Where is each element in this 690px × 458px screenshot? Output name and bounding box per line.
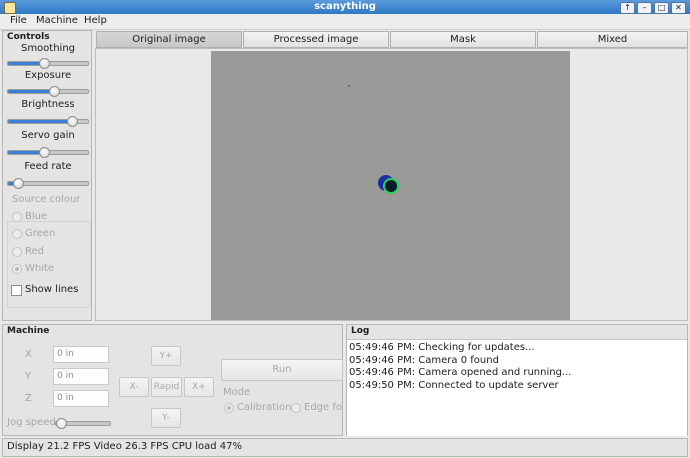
controls-panel: Controls Smoothing Exposure Brightness Serv… — [2, 30, 92, 321]
y-plus-button[interactable]: Y+ — [151, 346, 181, 366]
brightness-label: Brightness — [21, 99, 75, 110]
log-text-area[interactable]: 05:49:46 PM: Checking for updates... 05:4… — [347, 339, 687, 436]
exposure-slider-fill — [8, 90, 54, 93]
menu-file[interactable]: File — [10, 15, 27, 26]
status-bar: Display 21.2 FPS Video 26.3 FPS CPU load… — [2, 438, 688, 457]
source-red-label: Red — [25, 246, 44, 257]
mode-edge-follow-label: Edge follo — [304, 402, 342, 413]
x-label: X — [25, 349, 32, 360]
minimize-icon[interactable]: – — [637, 2, 652, 14]
jog-speed-handle[interactable] — [56, 418, 68, 429]
source-green-label: Green — [25, 228, 56, 239]
pin-icon[interactable]: ↑ — [620, 2, 635, 14]
log-line: 05:49:50 PM: Connected to update server — [349, 379, 559, 391]
exposure-label: Exposure — [24, 70, 72, 81]
mode-edge-follow-radio[interactable] — [291, 403, 301, 413]
image-view — [95, 48, 688, 321]
show-lines-label: Show lines — [25, 284, 79, 295]
y-label: Y — [25, 371, 32, 382]
show-lines-checkbox[interactable] — [11, 285, 22, 296]
tab-mixed[interactable]: Mixed — [537, 31, 688, 48]
y-input[interactable]: 0 in — [53, 368, 109, 385]
log-title: Log — [351, 326, 370, 336]
source-red-radio[interactable] — [12, 247, 22, 257]
menu-bar: File Machine Help — [0, 14, 690, 30]
log-line: 05:49:46 PM: Camera opened and running..… — [349, 367, 572, 378]
machine-panel: Machine X 0 in Y 0 in Z 0 in Y+ X- Rapid… — [2, 324, 343, 436]
log-line: 05:49:46 PM: Checking for updates... — [349, 342, 535, 353]
x-minus-button[interactable]: X- — [119, 377, 149, 397]
title-bar: scanything ↑ – □ ✕ — [0, 0, 690, 15]
jog-speed-slider[interactable] — [55, 418, 111, 429]
mode-calibration-label: Calibration — [237, 402, 292, 413]
log-line: 05:49:46 PM: Camera 0 found — [349, 354, 499, 366]
z-label: Z — [25, 393, 32, 404]
source-blue-label: Blue — [25, 211, 48, 222]
run-button[interactable]: Run — [221, 359, 343, 381]
source-blue-radio[interactable] — [12, 212, 22, 222]
smoothing-slider-handle[interactable] — [39, 58, 50, 69]
feed-rate-label: Feed rate — [24, 161, 72, 172]
jog-speed-label: Jog speed — [7, 417, 56, 428]
menu-help[interactable]: Help — [84, 15, 107, 26]
source-white-label: White — [25, 263, 55, 274]
menu-machine[interactable]: Machine — [36, 15, 78, 26]
machine-title: Machine — [7, 326, 50, 336]
feed-rate-slider[interactable] — [7, 178, 89, 189]
exposure-slider[interactable] — [7, 86, 89, 97]
status-text: Display 21.2 FPS Video 26.3 FPS CPU load… — [7, 441, 243, 452]
camera-feed-image — [211, 51, 570, 320]
brightness-slider-handle[interactable] — [67, 116, 78, 127]
brightness-slider[interactable] — [7, 116, 89, 127]
exposure-slider-handle[interactable] — [48, 86, 60, 97]
servo-gain-label: Servo gain — [21, 130, 75, 141]
mode-calibration-radio[interactable] — [224, 403, 234, 413]
smoothing-slider[interactable] — [7, 58, 89, 69]
servo-gain-slider-handle[interactable] — [39, 147, 50, 158]
smoothing-label: Smoothing — [20, 43, 76, 54]
z-input[interactable]: 0 in — [53, 390, 109, 407]
source-colour-label: Source colour — [11, 194, 82, 205]
source-white-radio[interactable] — [12, 264, 22, 274]
close-icon[interactable]: ✕ — [671, 2, 686, 14]
tab-mask[interactable]: Mask — [390, 31, 536, 48]
controls-title: Controls — [7, 32, 50, 42]
tab-processed-image[interactable]: Processed image — [243, 31, 389, 48]
servo-gain-slider[interactable] — [7, 147, 89, 158]
rapid-button[interactable]: Rapid — [151, 377, 182, 397]
brightness-slider-fill — [8, 120, 72, 123]
maximize-icon[interactable]: □ — [654, 2, 669, 14]
source-green-radio[interactable] — [12, 229, 22, 239]
y-minus-button[interactable]: Y- — [151, 408, 181, 428]
feed-rate-slider-handle[interactable] — [12, 178, 24, 189]
log-panel: Log 05:49:46 PM: Checking for updates...… — [346, 324, 688, 436]
x-input[interactable]: 0 in — [53, 346, 109, 363]
tab-original-image[interactable]: Original image — [96, 31, 242, 48]
mode-label: Mode — [223, 387, 251, 398]
window-title: scanything — [314, 1, 376, 12]
x-plus-button[interactable]: X+ — [184, 377, 214, 397]
